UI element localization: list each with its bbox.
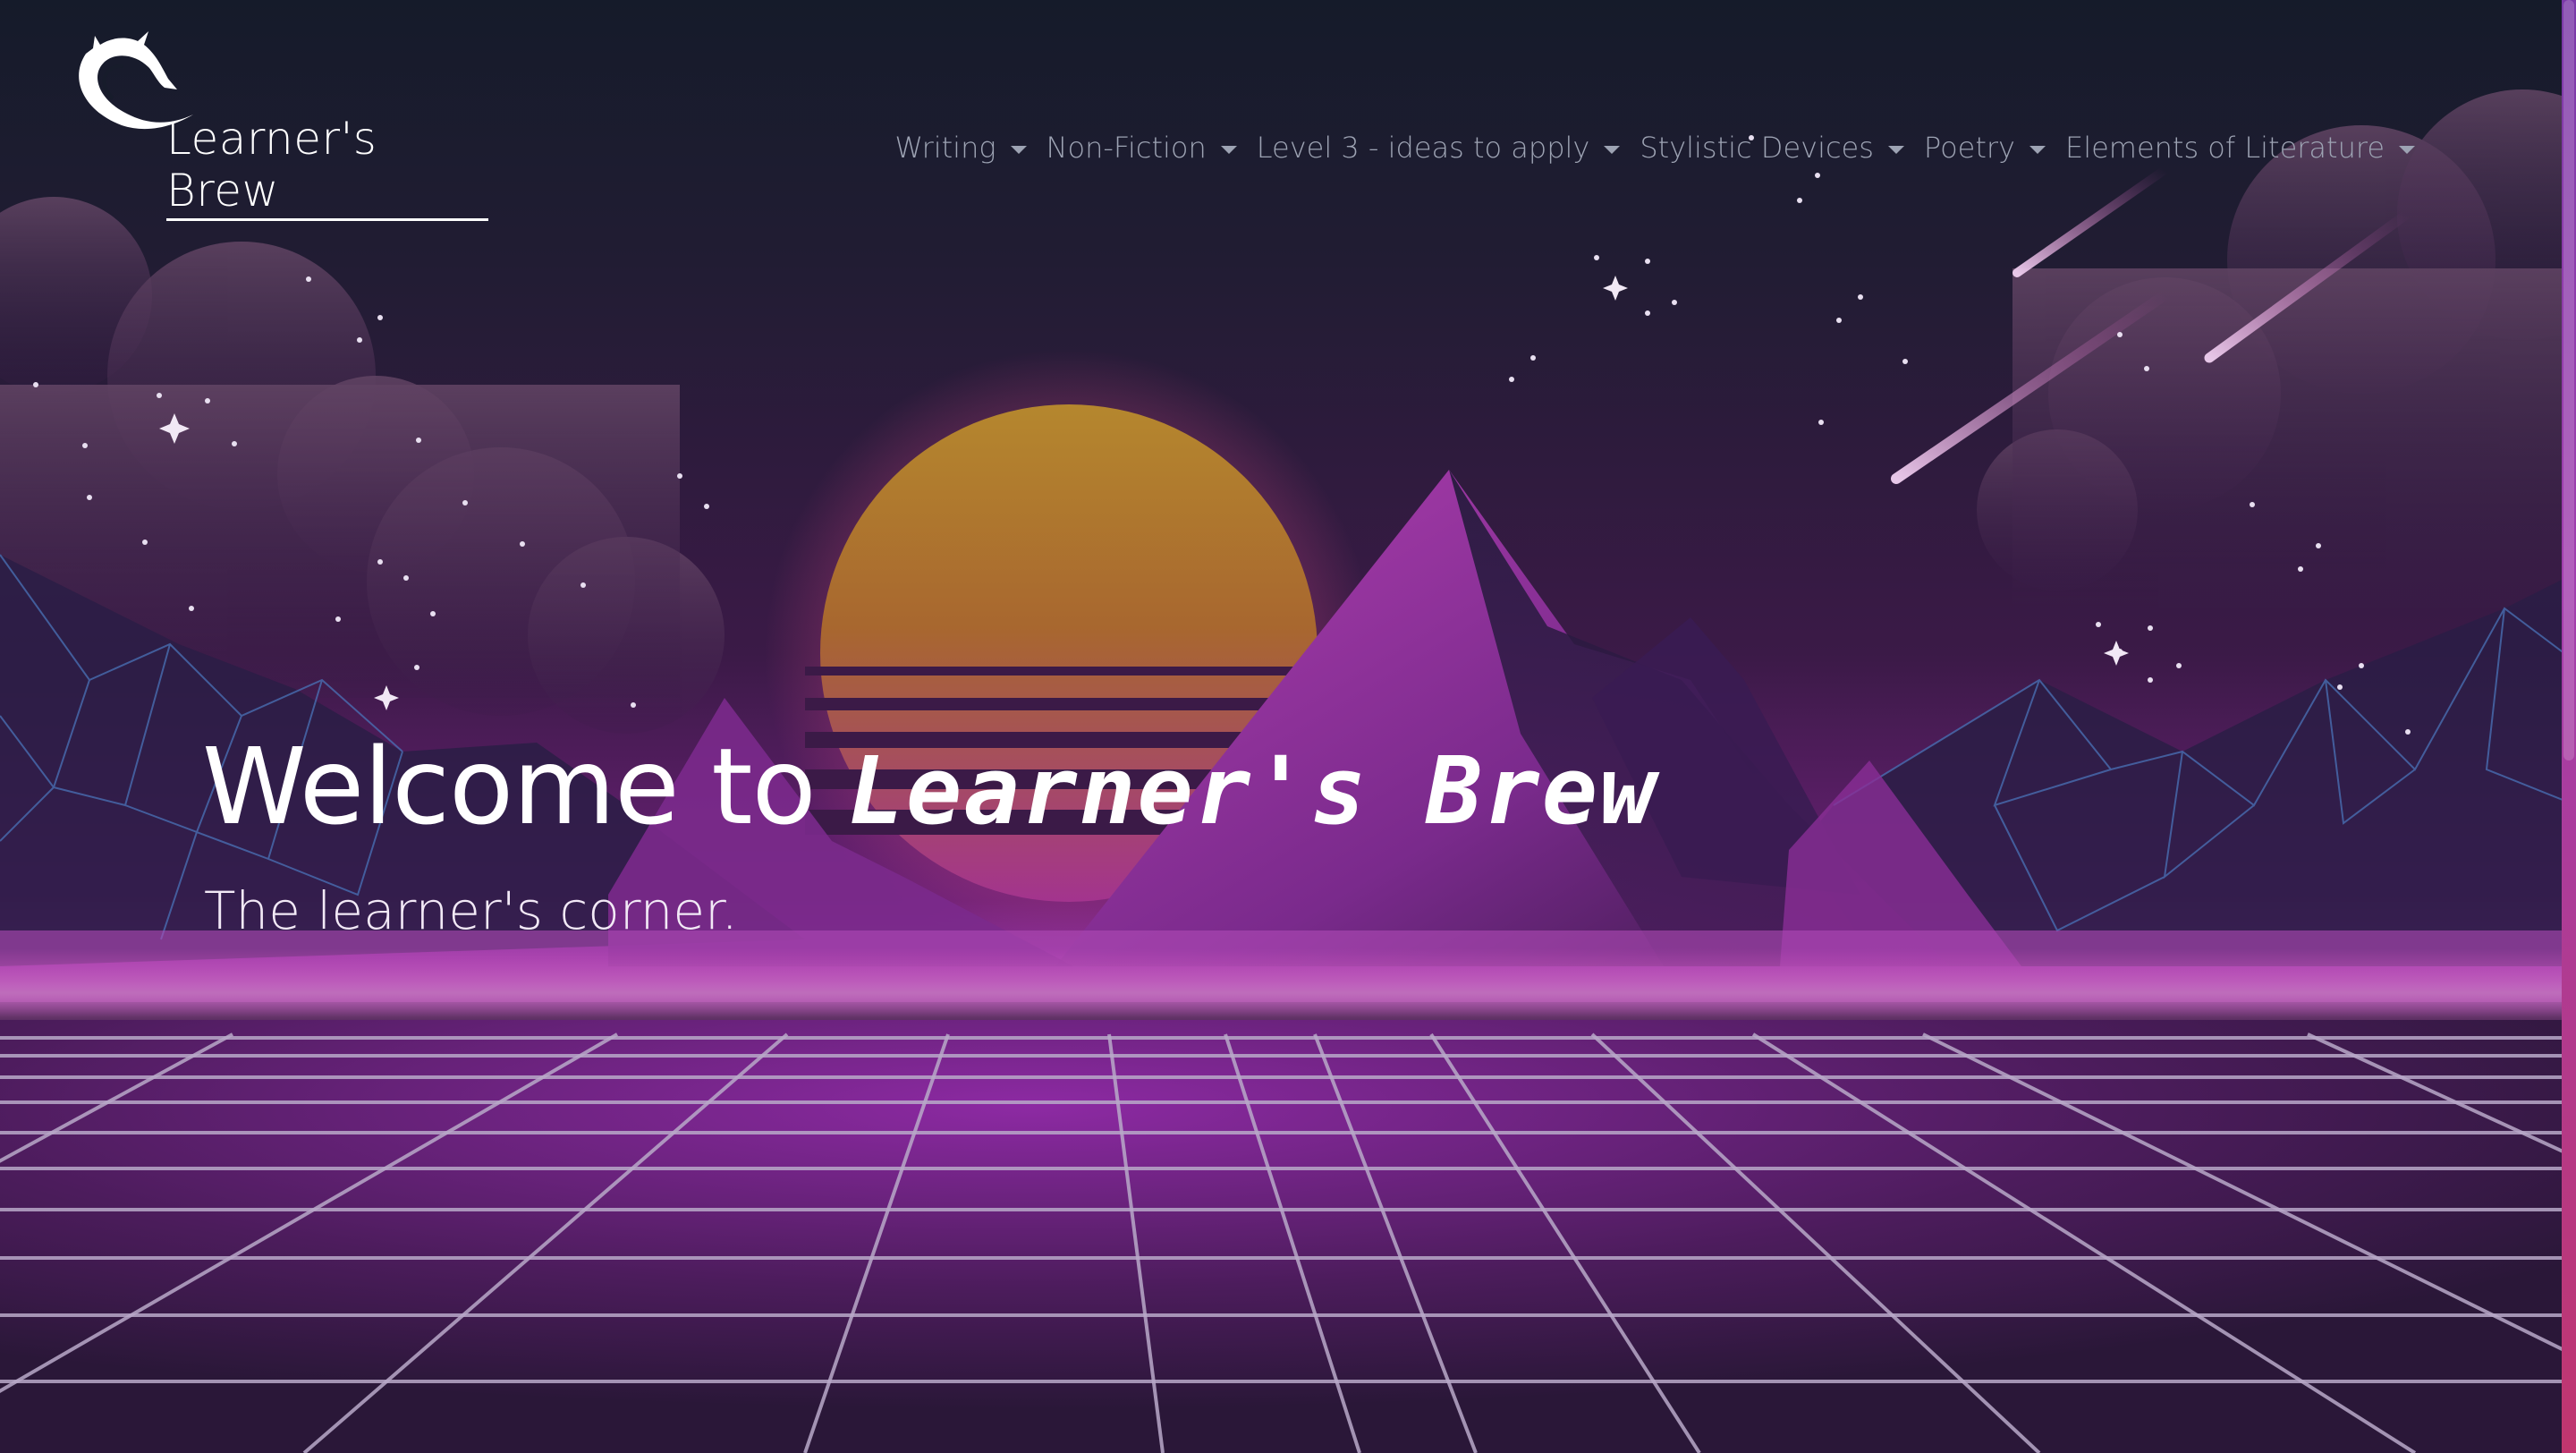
scrollbar-thumb[interactable] bbox=[2563, 0, 2574, 760]
nav-item-label: Non-Fiction bbox=[1046, 131, 1207, 165]
nav-item-label: Stylistic Devices bbox=[1640, 131, 1874, 165]
nav-item-writing[interactable]: Writing bbox=[894, 131, 1027, 165]
nav-item-label: Elements of Literature bbox=[2064, 131, 2385, 165]
nav-item-level-3[interactable]: Level 3 - ideas to apply bbox=[1257, 131, 1621, 165]
caret-down-icon bbox=[1010, 145, 1027, 154]
nav-item-label: Poetry bbox=[1923, 131, 2015, 165]
nav-item-stylistic-devices[interactable]: Stylistic Devices bbox=[1640, 131, 1904, 165]
hero-title-brand: Learner's Brew bbox=[848, 736, 1657, 845]
main-nav: Writing Non-Fiction Level 3 - ideas to a… bbox=[894, 131, 2415, 165]
caret-down-icon bbox=[1887, 145, 1904, 154]
page-scrollbar[interactable] bbox=[2562, 0, 2576, 1453]
hero-title: Welcome to Learner's Brew bbox=[202, 725, 1657, 848]
nav-item-label: Level 3 - ideas to apply bbox=[1256, 131, 1590, 165]
caret-down-icon bbox=[1220, 145, 1237, 154]
hero-title-prefix: Welcome to bbox=[202, 725, 849, 848]
caret-down-icon bbox=[2399, 145, 2415, 154]
hero-subtitle: The learner's corner. bbox=[204, 880, 738, 941]
nav-item-poetry[interactable]: Poetry bbox=[1924, 131, 2046, 165]
brand-name: Learner's Brew bbox=[166, 113, 488, 221]
nav-item-non-fiction[interactable]: Non-Fiction bbox=[1046, 131, 1237, 165]
site-brand[interactable]: Learner's Brew bbox=[59, 27, 488, 221]
caret-down-icon bbox=[2029, 145, 2046, 154]
nav-item-label: Writing bbox=[894, 131, 996, 165]
caret-down-icon bbox=[1604, 145, 1621, 154]
nav-item-elements-of-literature[interactable]: Elements of Literature bbox=[2065, 131, 2415, 165]
